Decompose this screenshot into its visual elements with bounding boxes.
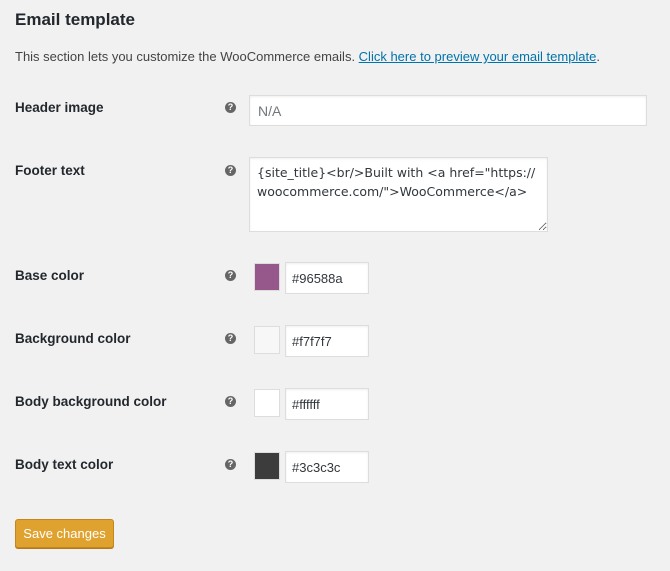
- base-color-label: Base color: [15, 268, 85, 283]
- background-color-input[interactable]: [285, 325, 369, 357]
- background-color-swatch[interactable]: [254, 326, 280, 354]
- body-text-color-label: Body text color: [15, 457, 114, 472]
- header-image-label: Header image: [15, 100, 104, 115]
- footer-text-textarea[interactable]: {site_title}<br/>Built with <a href="htt…: [249, 157, 548, 232]
- description-suffix: .: [596, 49, 601, 64]
- help-icon[interactable]: ?: [225, 102, 236, 113]
- description-text: This section lets you customize the WooC…: [15, 49, 359, 64]
- background-color-label: Background color: [15, 331, 131, 346]
- footer-text-label: Footer text: [15, 163, 85, 178]
- body-text-color-swatch[interactable]: [254, 452, 280, 480]
- help-icon[interactable]: ?: [225, 270, 236, 281]
- help-icon[interactable]: ?: [225, 459, 236, 470]
- preview-email-template-link[interactable]: Click here to preview your email templat…: [359, 49, 597, 64]
- body-text-color-input[interactable]: [285, 451, 369, 483]
- base-color-swatch[interactable]: [254, 263, 280, 291]
- body-background-color-label: Body background color: [15, 394, 167, 409]
- body-background-color-input[interactable]: [285, 388, 369, 420]
- help-icon[interactable]: ?: [225, 165, 236, 176]
- help-icon[interactable]: ?: [225, 333, 236, 344]
- save-changes-button[interactable]: Save changes: [15, 519, 114, 548]
- body-background-color-swatch[interactable]: [254, 389, 280, 417]
- section-description: This section lets you customize the WooC…: [15, 49, 600, 64]
- header-image-input[interactable]: [249, 95, 647, 126]
- help-icon[interactable]: ?: [225, 396, 236, 407]
- section-title: Email template: [15, 10, 135, 29]
- base-color-input[interactable]: [285, 262, 369, 294]
